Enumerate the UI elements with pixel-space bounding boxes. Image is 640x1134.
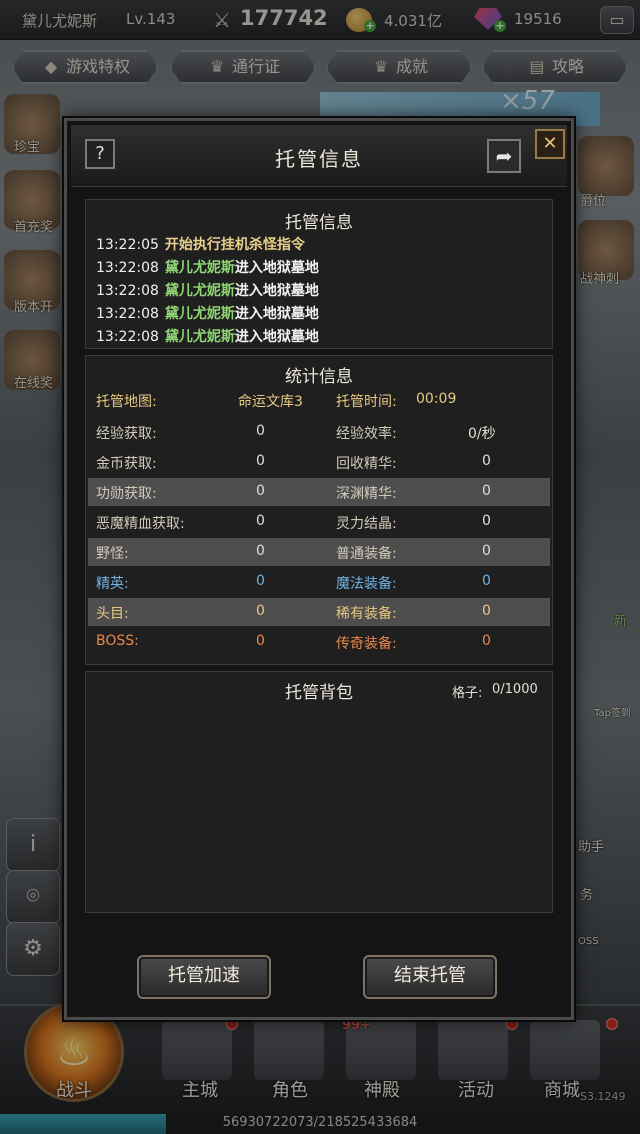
stat-value: 0 — [482, 543, 491, 559]
stat-label: 稀有装备: — [336, 606, 397, 622]
stat-label: 功勋获取: — [96, 486, 157, 502]
stat-label: 魔法装备: — [336, 576, 397, 592]
log-message: 进入地狱墓地 — [234, 260, 319, 276]
stat-value: 0 — [256, 573, 265, 589]
stat-label: 普通装备: — [336, 546, 397, 562]
dialog-header: ? 托管信息 ➦ — [71, 125, 567, 187]
stat-label: 深渊精华: — [336, 486, 397, 502]
stat-value: 0 — [256, 603, 265, 619]
log-player-name: 黛儿尤妮斯 — [164, 329, 235, 345]
hosting-log-panel: 托管信息 13:22:05 开始执行挂机杀怪指令 13:22:08 黛儿尤妮斯进入地狱… — [85, 199, 553, 349]
stat-value: 0 — [482, 453, 491, 469]
stat-row: 经验获取: 0 经验效率: 0/秒 — [88, 418, 550, 446]
stat-label: 头目: — [96, 606, 129, 622]
log-panel-title: 托管信息 — [285, 213, 353, 233]
map-label: 托管地图: — [96, 394, 157, 410]
end-hosting-button[interactable]: 结束托管 — [363, 955, 497, 999]
log-time: 13:22:08 — [96, 283, 159, 299]
log-time: 13:22:08 — [96, 329, 159, 345]
log-message: 进入地狱墓地 — [234, 306, 319, 322]
auto-hosting-dialog: ? 托管信息 ➦ ✕ 托管信息 13:22:05 开始执行挂机杀怪指令 13:22:… — [64, 118, 574, 1020]
stat-value: 0 — [256, 423, 265, 439]
stat-label: 经验获取: — [96, 426, 157, 442]
stat-value: 0 — [482, 633, 491, 649]
hosting-bag-panel: 托管背包 格子: 0/1000 — [85, 671, 553, 913]
stat-value: 0 — [256, 483, 265, 499]
stat-label: 野怪: — [96, 546, 129, 562]
stat-value: 0/秒 — [468, 426, 496, 442]
log-line: 13:22:08 黛儿尤妮斯进入地狱墓地 — [96, 326, 319, 346]
stat-row: 野怪: 0 普通装备: 0 — [88, 538, 550, 566]
log-time: 13:22:08 — [96, 306, 159, 322]
stat-value: 0 — [256, 633, 265, 649]
stat-row-map: 托管地图: 命运文库3 托管时间: 00:09 — [88, 386, 550, 414]
stat-label: 金币获取: — [96, 456, 157, 472]
stat-row: 功勋获取: 0 深渊精华: 0 — [88, 478, 550, 506]
log-message: 进入地狱墓地 — [234, 283, 319, 299]
stat-row: 金币获取: 0 回收精华: 0 — [88, 448, 550, 476]
stat-label: 经验效率: — [336, 426, 397, 442]
time-value: 00:09 — [416, 391, 457, 407]
stat-label: BOSS: — [96, 633, 139, 649]
stat-value: 0 — [482, 483, 491, 499]
stat-row: BOSS: 0 传奇装备: 0 — [88, 628, 550, 656]
stat-value: 0 — [482, 573, 491, 589]
log-player-name: 黛儿尤妮斯 — [164, 260, 235, 276]
log-message: 开始执行挂机杀怪指令 — [164, 237, 305, 253]
time-label: 托管时间: — [336, 394, 397, 410]
map-value: 命运文库3 — [238, 394, 303, 410]
stat-row: 头目: 0 稀有装备: 0 — [88, 598, 550, 626]
stat-value: 0 — [256, 543, 265, 559]
speed-up-hosting-button[interactable]: 托管加速 — [137, 955, 271, 999]
log-time: 13:22:08 — [96, 260, 159, 276]
stat-value: 0 — [256, 513, 265, 529]
log-player-name: 黛儿尤妮斯 — [164, 306, 235, 322]
stat-label: 传奇装备: — [336, 636, 397, 652]
share-arrow-icon[interactable]: ➦ — [487, 139, 521, 173]
stat-value: 0 — [256, 453, 265, 469]
log-message: 进入地狱墓地 — [234, 329, 319, 345]
stat-row: 恶魔精血获取: 0 灵力结晶: 0 — [88, 508, 550, 536]
stat-value: 0 — [482, 513, 491, 529]
stat-value: 0 — [482, 603, 491, 619]
stat-label: 精英: — [96, 576, 129, 592]
log-line: 13:22:08 黛儿尤妮斯进入地狱墓地 — [96, 257, 319, 277]
bag-slots-value: 0/1000 — [492, 682, 538, 697]
bag-slots-label: 格子: — [452, 686, 483, 701]
stat-label: 灵力结晶: — [336, 516, 397, 532]
statistics-panel: 统计信息 托管地图: 命运文库3 托管时间: 00:09 经验获取: 0 经验效率:… — [85, 355, 553, 665]
stats-panel-title: 统计信息 — [285, 367, 353, 387]
stat-row: 精英: 0 魔法装备: 0 — [88, 568, 550, 596]
close-button[interactable]: ✕ — [535, 129, 565, 159]
log-player-name: 黛儿尤妮斯 — [164, 283, 235, 299]
log-time: 13:22:05 — [96, 237, 159, 253]
stat-label: 回收精华: — [336, 456, 397, 472]
stat-label: 恶魔精血获取: — [96, 516, 185, 532]
log-line: 13:22:08 黛儿尤妮斯进入地狱墓地 — [96, 303, 319, 323]
log-line: 13:22:08 黛儿尤妮斯进入地狱墓地 — [96, 280, 319, 300]
log-line: 13:22:05 开始执行挂机杀怪指令 — [96, 234, 305, 254]
